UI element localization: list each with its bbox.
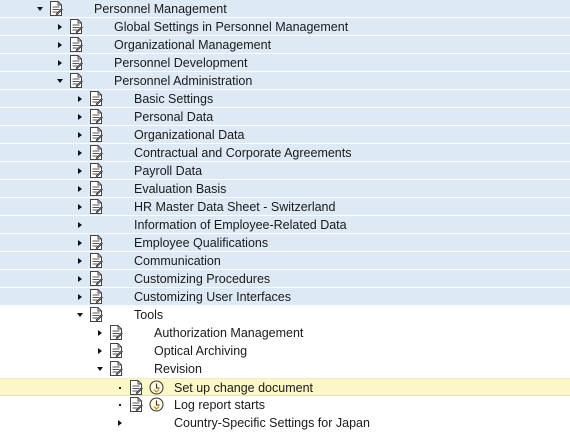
- tree-node-label[interactable]: Set up change document: [174, 381, 313, 395]
- tree-node[interactable]: Authorization Management: [0, 324, 570, 342]
- tree-node-label[interactable]: Optical Archiving: [154, 344, 247, 358]
- expand-node-icon[interactable]: [75, 252, 85, 270]
- document-icon[interactable]: [129, 380, 143, 395]
- tree-node-label[interactable]: Evaluation Basis: [134, 182, 226, 196]
- document-icon[interactable]: [69, 37, 83, 52]
- collapse-node-icon[interactable]: [35, 0, 45, 18]
- tree-node[interactable]: Log report starts: [0, 396, 570, 414]
- collapse-node-icon[interactable]: [55, 72, 65, 90]
- document-icon[interactable]: [89, 289, 103, 304]
- expand-node-icon[interactable]: [75, 108, 85, 126]
- tree-node-label[interactable]: Information of Employee-Related Data: [134, 218, 347, 232]
- expand-node-icon[interactable]: [75, 162, 85, 180]
- tree-node[interactable]: Set up change document: [0, 378, 570, 396]
- tree-node-label[interactable]: Contractual and Corporate Agreements: [134, 146, 352, 160]
- execute-clock-icon[interactable]: [149, 380, 164, 395]
- tree-node[interactable]: Personal Data: [0, 108, 570, 126]
- expand-node-icon[interactable]: [95, 324, 105, 342]
- document-icon[interactable]: [89, 271, 103, 286]
- expand-node-icon[interactable]: [75, 198, 85, 216]
- tree-node-label[interactable]: Personnel Administration: [114, 74, 252, 88]
- tree-node[interactable]: Global Settings in Personnel Management: [0, 18, 570, 36]
- document-icon[interactable]: [109, 325, 123, 340]
- document-icon[interactable]: [109, 343, 123, 358]
- tree-node[interactable]: Organizational Data: [0, 126, 570, 144]
- tree-node-label[interactable]: Log report starts: [174, 398, 265, 412]
- document-icon[interactable]: [89, 145, 103, 160]
- expand-node-icon[interactable]: [55, 54, 65, 72]
- expand-node-icon[interactable]: [75, 90, 85, 108]
- tree-node[interactable]: Personnel Administration: [0, 72, 570, 90]
- tree-node[interactable]: Information of Employee-Related Data: [0, 216, 570, 234]
- tree-node[interactable]: Tools: [0, 306, 570, 324]
- tree-node[interactable]: Personnel Development: [0, 54, 570, 72]
- collapse-node-icon[interactable]: [95, 360, 105, 378]
- document-icon[interactable]: [89, 109, 103, 124]
- expand-node-icon[interactable]: [75, 180, 85, 198]
- tree-node-label[interactable]: Personnel Development: [114, 56, 247, 70]
- document-icon[interactable]: [89, 181, 103, 196]
- tree-node-label[interactable]: Revision: [154, 362, 202, 376]
- tree-node[interactable]: Customizing Procedures: [0, 270, 570, 288]
- tree-node-label[interactable]: Payroll Data: [134, 164, 202, 178]
- tree-node-label[interactable]: Basic Settings: [134, 92, 213, 106]
- tree-node[interactable]: Revision: [0, 360, 570, 378]
- expand-node-icon[interactable]: [55, 18, 65, 36]
- expand-node-icon[interactable]: [75, 126, 85, 144]
- document-icon[interactable]: [89, 199, 103, 214]
- execute-clock-icon[interactable]: [149, 397, 164, 412]
- tree-node[interactable]: Employee Qualifications: [0, 234, 570, 252]
- tree-node[interactable]: HR Master Data Sheet - Switzerland: [0, 198, 570, 216]
- expand-node-icon[interactable]: [75, 288, 85, 306]
- tree-node[interactable]: Customizing User Interfaces: [0, 288, 570, 306]
- tree-node[interactable]: Optical Archiving: [0, 342, 570, 360]
- tree-node[interactable]: Personnel Management: [0, 0, 570, 18]
- tree-node-label[interactable]: HR Master Data Sheet - Switzerland: [134, 200, 335, 214]
- implementation-guide-tree: Personnel Management Global Settings in P…: [0, 0, 570, 433]
- tree-node-label[interactable]: Communication: [134, 254, 221, 268]
- tree-node-label[interactable]: Organizational Data: [134, 128, 244, 142]
- expand-node-icon[interactable]: [55, 36, 65, 54]
- tree-node[interactable]: Organizational Management: [0, 36, 570, 54]
- expand-node-icon[interactable]: [115, 414, 125, 432]
- tree-node-label[interactable]: Personal Data: [134, 110, 213, 124]
- tree-node-label[interactable]: Authorization Management: [154, 326, 303, 340]
- tree-node[interactable]: Contractual and Corporate Agreements: [0, 144, 570, 162]
- tree-node-label[interactable]: Employee Qualifications: [134, 236, 268, 250]
- expand-node-icon[interactable]: [75, 270, 85, 288]
- collapse-node-icon[interactable]: [75, 306, 85, 324]
- tree-node-label[interactable]: Customizing Procedures: [134, 272, 270, 286]
- document-icon[interactable]: [89, 127, 103, 142]
- document-icon[interactable]: [89, 163, 103, 178]
- tree-node-label[interactable]: Personnel Management: [94, 2, 227, 16]
- expand-node-icon[interactable]: [75, 216, 85, 234]
- document-icon[interactable]: [89, 91, 103, 106]
- document-icon[interactable]: [109, 361, 123, 376]
- tree-node-label[interactable]: Global Settings in Personnel Management: [114, 20, 348, 34]
- tree-node[interactable]: Country-Specific Settings for Japan: [0, 414, 570, 432]
- document-icon[interactable]: [89, 235, 103, 250]
- document-icon[interactable]: [69, 19, 83, 34]
- tree-node-label[interactable]: Organizational Management: [114, 38, 271, 52]
- tree-node[interactable]: Payroll Data: [0, 162, 570, 180]
- tree-node[interactable]: Basic Settings: [0, 90, 570, 108]
- document-icon[interactable]: [69, 73, 83, 88]
- tree-node-label[interactable]: Tools: [134, 308, 163, 322]
- tree-node[interactable]: Communication: [0, 252, 570, 270]
- document-icon[interactable]: [129, 397, 143, 412]
- document-icon[interactable]: [89, 253, 103, 268]
- document-icon[interactable]: [69, 55, 83, 70]
- document-icon[interactable]: [89, 307, 103, 322]
- expand-node-icon[interactable]: [95, 342, 105, 360]
- expand-node-icon[interactable]: [75, 234, 85, 252]
- leaf-bullet-icon: [115, 379, 125, 397]
- tree-node[interactable]: Evaluation Basis: [0, 180, 570, 198]
- expand-node-icon[interactable]: [75, 144, 85, 162]
- tree-node-label[interactable]: Country-Specific Settings for Japan: [174, 416, 370, 430]
- leaf-bullet-icon: [115, 396, 125, 414]
- document-icon[interactable]: [49, 1, 63, 16]
- tree-node-label[interactable]: Customizing User Interfaces: [134, 290, 291, 304]
